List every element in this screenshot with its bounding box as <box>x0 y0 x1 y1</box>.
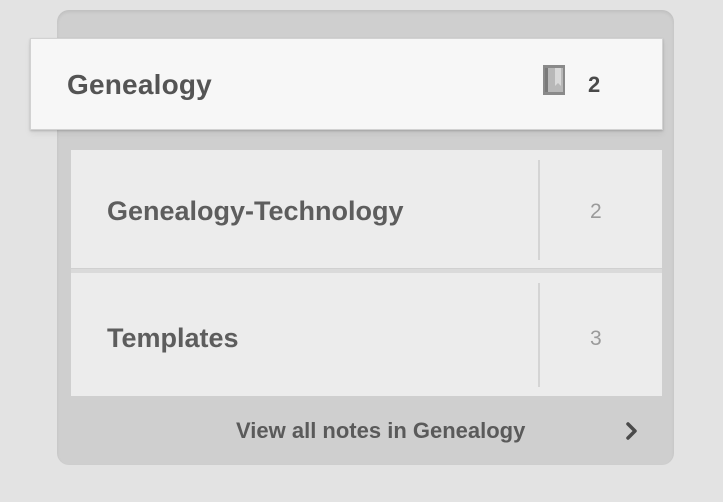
chevron-right-icon[interactable] <box>624 421 640 441</box>
count-separator <box>538 283 540 387</box>
notebook-count: 2 <box>590 200 602 223</box>
count-separator <box>538 160 540 260</box>
view-all-notes-link[interactable]: View all notes in Genealogy <box>236 418 525 444</box>
notebook-icon <box>542 64 566 96</box>
stack-title: Genealogy <box>67 69 212 100</box>
notebook-list: Genealogy-Technology 2 Templates 3 <box>71 150 662 396</box>
notebook-name: Templates <box>107 323 239 353</box>
notebook-count: 3 <box>590 327 602 350</box>
stack-header[interactable]: Genealogy 2 <box>30 38 663 130</box>
notebook-name: Genealogy-Technology <box>107 196 404 226</box>
list-item[interactable]: Templates 3 <box>71 273 662 396</box>
stack-count: 2 <box>588 72 601 97</box>
list-item[interactable]: Genealogy-Technology 2 <box>71 150 662 268</box>
